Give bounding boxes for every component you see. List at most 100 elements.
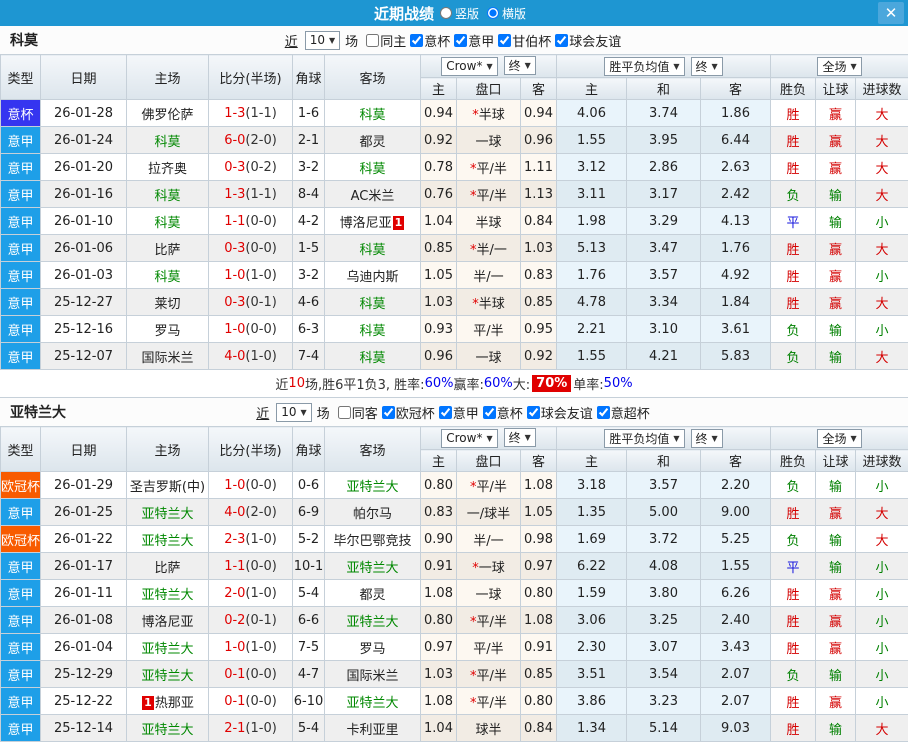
home-team: 拉齐奥 <box>126 153 209 181</box>
handicap-home-odds: 0.80 <box>420 471 457 499</box>
team-name: 亚特兰大 <box>141 722 194 738</box>
home-team: 亚特兰大 <box>126 498 209 526</box>
result-group-header: 全场 ▼ <box>770 54 908 78</box>
halftime-score: (2-0) <box>245 504 277 520</box>
fulltime-score: 2-0 <box>224 585 246 601</box>
euro-away-odds: 5.83 <box>700 342 772 370</box>
euro-draw-odds: 3.47 <box>626 234 702 262</box>
league-filter-4[interactable]: 意超杯 <box>595 403 650 422</box>
recent-count-select[interactable]: 10 ▼ <box>276 402 312 422</box>
sub-column-header: 客 <box>700 77 772 100</box>
handicap-away-odds: 0.95 <box>519 315 558 343</box>
score: 1-3(1-1) <box>208 180 293 208</box>
sub-column-header: 主 <box>420 77 457 100</box>
scope-select[interactable]: 全场 ▼ <box>817 56 862 76</box>
europe-avg-select[interactable]: 胜平负均值 ▼ <box>604 56 685 76</box>
matches-table: 类型 日期 主场 比分(半场) 角球 客场 Crow* ▼ 终 ▼ 胜平负均值 ▼ 终 ▼ 全场 ▼ 主盘口客主… <box>0 54 908 370</box>
horizontal-radio[interactable] <box>487 7 499 19</box>
team-name: 科莫 <box>154 134 181 150</box>
league-type-badge: 意甲 <box>0 660 41 688</box>
close-button[interactable]: ✕ <box>878 2 904 24</box>
layout-vertical-option[interactable]: 竖版 <box>439 5 479 22</box>
result-handicap: 赢 <box>815 498 857 526</box>
europe-avg-select[interactable]: 胜平负均值 ▼ <box>604 428 685 448</box>
league-filter-2[interactable]: 意杯 <box>481 403 523 422</box>
europe-time-select[interactable]: 终 ▼ <box>690 56 723 76</box>
away-team: 毕尔巴鄂竞技 <box>324 525 421 553</box>
same-venue-filter-checkbox[interactable] <box>337 405 351 419</box>
halftime-score: (0-0) <box>245 240 277 256</box>
league-filter-2[interactable]: 甘伯杯 <box>496 31 551 50</box>
home-team: 科莫 <box>126 261 209 289</box>
team-name: 博洛尼亚 <box>141 614 194 630</box>
league-filter-3[interactable]: 球会友谊 <box>553 31 621 50</box>
league-filter-1-checkbox[interactable] <box>438 405 452 419</box>
euro-draw-odds: 4.21 <box>626 342 702 370</box>
fulltime-score: 0-3 <box>224 240 246 256</box>
games-label: 场 <box>345 34 359 50</box>
handicap-time-select[interactable]: 终 ▼ <box>503 428 536 448</box>
score: 1-0(0-0) <box>208 315 293 343</box>
match-date: 25-12-27 <box>40 288 127 316</box>
same-venue-filter[interactable]: 同客 <box>336 403 378 422</box>
halftime-score: (0-0) <box>245 213 277 229</box>
scope-select[interactable]: 全场 ▼ <box>817 428 862 448</box>
euro-home-odds: 3.11 <box>556 180 628 208</box>
fulltime-score: 4-0 <box>224 348 246 364</box>
handicap-line: 半/一 <box>456 525 521 553</box>
sub-column-header: 主 <box>420 449 457 472</box>
euro-home-odds: 1.55 <box>556 126 628 154</box>
league-filter-0[interactable]: 欧冠杯 <box>380 403 435 422</box>
league-filter-4-checkbox[interactable] <box>596 405 610 419</box>
result-handicap: 赢 <box>815 288 857 316</box>
handicap-away-odds: 1.03 <box>519 234 558 262</box>
league-filter-1-checkbox[interactable] <box>454 33 468 47</box>
match-row: 意甲 25-12-29 亚特兰大 0-1(0-0) 4-7 国际米兰 1.03 *平/半 0.8… <box>0 660 908 688</box>
corner-score: 5-4 <box>292 579 325 607</box>
vertical-radio[interactable] <box>439 7 452 19</box>
league-filter-3-label: 球会友谊 <box>540 406 593 422</box>
league-type-badge: 意甲 <box>0 126 41 154</box>
league-filter-3[interactable]: 球会友谊 <box>525 403 593 422</box>
summary-segment: 70% <box>532 375 572 392</box>
handicap-home-odds: 0.83 <box>420 498 457 526</box>
league-filter-2-checkbox[interactable] <box>482 405 496 419</box>
team-name: 亚特兰大 <box>346 695 399 711</box>
fulltime-score: 1-1 <box>224 213 246 229</box>
fulltime-score: 1-0 <box>224 639 246 655</box>
league-filter-1[interactable]: 意甲 <box>452 31 494 50</box>
halftime-score: (1-0) <box>245 585 277 601</box>
handicap-home-odds: 1.08 <box>420 687 457 715</box>
league-filter-0-checkbox[interactable] <box>381 405 395 419</box>
layout-horizontal-option[interactable]: 横版 <box>487 5 526 22</box>
home-team: 比萨 <box>126 234 209 262</box>
away-team: 罗马 <box>324 633 421 661</box>
score: 0-3(0-2) <box>208 153 293 181</box>
euro-away-odds: 2.63 <box>700 153 772 181</box>
halftime-score: (1-0) <box>245 720 277 736</box>
handicap-line: *平/半 <box>456 606 521 634</box>
europe-odds-group-header: 胜平负均值 ▼ 终 ▼ <box>556 426 772 450</box>
recent-count-select[interactable]: 10 ▼ <box>304 30 341 50</box>
recent-label: 近 <box>256 406 270 422</box>
bookmaker-select[interactable]: Crow* ▼ <box>441 428 498 448</box>
league-filter-3-checkbox[interactable] <box>526 405 540 419</box>
league-type-badge: 意甲 <box>0 342 41 370</box>
away-team: 都灵 <box>324 579 421 607</box>
match-date: 26-01-03 <box>40 261 127 289</box>
league-filter-0-checkbox[interactable] <box>410 33 424 47</box>
same-venue-filter-checkbox[interactable] <box>366 33 380 47</box>
corner-score: 1-5 <box>292 234 325 262</box>
league-filter-0[interactable]: 意杯 <box>408 31 450 50</box>
league-filter-2-checkbox[interactable] <box>498 33 512 47</box>
handicap-time-select[interactable]: 终 ▼ <box>503 56 536 76</box>
fulltime-score: 1-3 <box>224 186 246 202</box>
league-filter-1[interactable]: 意甲 <box>437 403 479 422</box>
league-filter-3-checkbox[interactable] <box>555 33 569 47</box>
europe-time-select[interactable]: 终 ▼ <box>690 428 723 448</box>
euro-away-odds: 2.20 <box>700 471 772 499</box>
corner-score: 10-1 <box>292 552 325 580</box>
section-header: 亚特兰大 近 10 ▼ 场 同客 欧冠杯 意甲 意杯 球会友谊 意超杯 <box>0 398 908 426</box>
same-venue-filter[interactable]: 同主 <box>364 31 406 50</box>
bookmaker-select[interactable]: Crow* ▼ <box>441 56 498 76</box>
